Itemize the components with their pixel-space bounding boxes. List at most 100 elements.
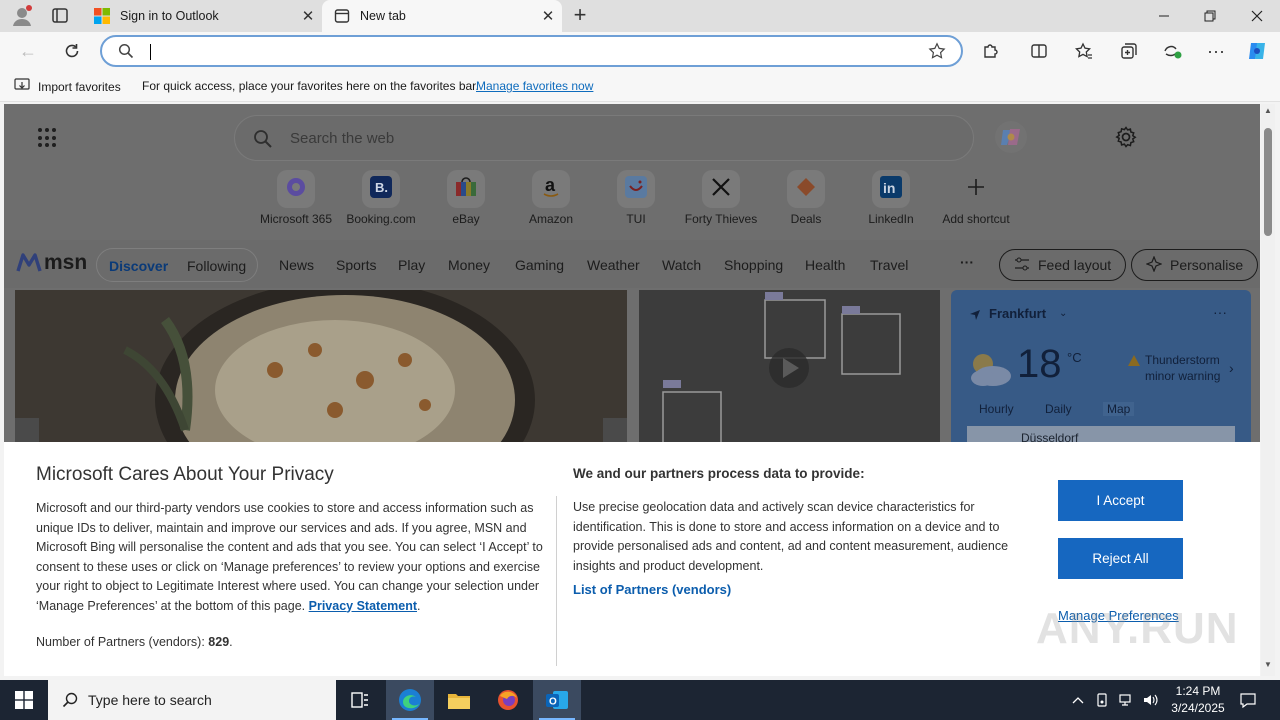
tray-chevron-up-icon[interactable] [1068,680,1088,720]
weather-card[interactable]: Frankfurt ⌄ ··· 18 °C Thunderstorm minor… [951,290,1251,450]
refresh-icon[interactable] [61,40,83,62]
windows-start-icon[interactable] [0,680,48,720]
manage-favorites-link[interactable]: Manage favorites now [476,79,593,93]
extensions-icon[interactable] [980,40,1002,62]
taskbar-search[interactable]: Type here to search [48,680,336,720]
scrollbar-thumb[interactable] [1264,128,1272,236]
address-bar[interactable] [100,35,963,67]
favorites-bar-message: For quick access, place your favorites h… [142,79,479,93]
tab-discover[interactable]: Discover [109,258,168,274]
weather-more-icon[interactable]: ··· [1213,304,1227,320]
news-card-food-image[interactable] [15,290,627,450]
notifications-icon[interactable] [1236,680,1260,720]
split-screen-icon[interactable] [1028,40,1050,62]
shortcut-forty-thieves[interactable]: Forty Thieves [679,170,763,226]
shortcut-booking[interactable]: B. Booking.com [339,170,423,226]
category-news[interactable]: News [279,257,314,273]
web-search-box[interactable]: Search the web [234,115,974,161]
weather-warning[interactable]: Thunderstorm minor warning [1145,352,1220,384]
close-tab-icon[interactable]: ✕ [534,7,562,25]
page-scrollbar[interactable]: ▲ ▼ [1261,104,1275,676]
back-arrow-icon[interactable]: ← [17,40,39,62]
scroll-up-icon[interactable]: ▲ [1263,106,1273,115]
weather-tab-daily[interactable]: Daily [1045,402,1072,416]
favorites-icon[interactable] [1073,40,1095,62]
outlook-taskbar-icon[interactable]: O [533,680,581,720]
import-favorites-button[interactable]: Import favorites [14,78,121,95]
weather-warning-line2: minor warning [1145,369,1221,383]
personalise-button[interactable]: Personalise [1131,249,1259,281]
weather-city[interactable]: Frankfurt [989,306,1046,321]
category-travel[interactable]: Travel [870,257,908,273]
consent-title: Microsoft Cares About Your Privacy [36,464,334,485]
consent-purposes-body: Use precise geolocation data and activel… [573,500,1009,573]
shortcut-microsoft-365[interactable]: Microsoft 365 [254,170,338,226]
privacy-statement-link[interactable]: Privacy Statement [309,599,417,613]
add-shortcut-button[interactable]: Add shortcut [934,170,1018,226]
news-card-video[interactable] [639,290,940,450]
shortcut-linkedin[interactable]: in LinkedIn [849,170,933,226]
clock-time: 1:24 PM [1175,684,1221,698]
file-explorer-icon[interactable] [435,680,483,720]
favorite-star-icon[interactable] [928,42,946,65]
tab-actions-icon[interactable] [48,6,72,26]
chevron-down-icon[interactable]: ⌄ [1059,308,1067,319]
shortcut-ebay[interactable]: eBay [424,170,508,226]
weather-tab-map[interactable]: Map [1103,402,1135,416]
linkedin-icon: in [880,175,902,203]
task-view-icon[interactable] [336,680,384,720]
tray-device-icon[interactable] [1092,680,1112,720]
search-icon [62,692,78,708]
category-shopping[interactable]: Shopping [724,257,783,273]
toolbar: ← ··· [0,32,1280,70]
category-health[interactable]: Health [805,257,845,273]
browser-essentials-icon[interactable] [1162,40,1184,62]
settings-gear-icon[interactable] [1114,125,1138,149]
chevron-right-icon[interactable]: › [1229,360,1234,376]
svg-text:in: in [883,180,895,196]
copilot-icon[interactable] [1246,40,1268,62]
taskbar-clock[interactable]: 1:24 PM 3/24/2025 [1160,683,1236,717]
more-options-icon[interactable]: ··· [1205,40,1227,62]
app-launcher-icon[interactable] [38,128,58,148]
anyrun-watermark: ANY.RUN [1036,604,1239,653]
profile-icon[interactable] [10,4,34,28]
accept-button[interactable]: I Accept [1058,480,1183,521]
copilot-icon[interactable] [994,120,1028,154]
close-tab-icon[interactable]: ✕ [294,7,322,25]
svg-text:O: O [549,697,557,708]
restore-icon[interactable] [1187,0,1233,32]
tray-volume-icon[interactable] [1140,680,1160,720]
category-watch[interactable]: Watch [662,257,701,273]
tab-new-tab[interactable]: New tab ✕ [322,0,562,32]
tab-sign-in-outlook[interactable]: Sign in to Outlook ✕ [82,0,322,32]
shortcut-deals[interactable]: Deals [764,170,848,226]
firefox-icon[interactable] [484,680,532,720]
category-money[interactable]: Money [448,257,490,273]
more-categories-icon[interactable]: ··· [960,254,974,270]
collections-icon[interactable] [1118,40,1140,62]
minimize-icon[interactable] [1141,0,1187,32]
feed-layout-button[interactable]: Feed layout [999,249,1127,281]
msn-logo[interactable]: msn [16,251,87,275]
category-play[interactable]: Play [398,257,425,273]
new-tab-plus-icon[interactable]: + [568,4,592,28]
category-gaming[interactable]: Gaming [515,257,564,273]
search-icon [253,129,273,154]
weather-tab-hourly[interactable]: Hourly [979,402,1014,416]
shortcut-amazon[interactable]: a Amazon [509,170,593,226]
shortcut-label: Amazon [528,212,574,226]
edge-taskbar-icon[interactable] [386,680,434,720]
tab-following[interactable]: Following [187,258,246,274]
scroll-down-icon[interactable]: ▼ [1263,660,1273,669]
tray-network-icon[interactable] [1116,680,1136,720]
import-favorites-icon [14,78,30,95]
shortcut-tui[interactable]: TUI [594,170,678,226]
list-of-partners-link[interactable]: List of Partners (vendors) [573,582,731,597]
consent-purposes-title: We and our partners process data to prov… [573,466,865,481]
category-weather[interactable]: Weather [587,257,640,273]
reject-all-button[interactable]: Reject All [1058,538,1183,579]
close-window-icon[interactable] [1234,0,1280,32]
msn-logo-text: msn [44,251,88,274]
category-sports[interactable]: Sports [336,257,376,273]
